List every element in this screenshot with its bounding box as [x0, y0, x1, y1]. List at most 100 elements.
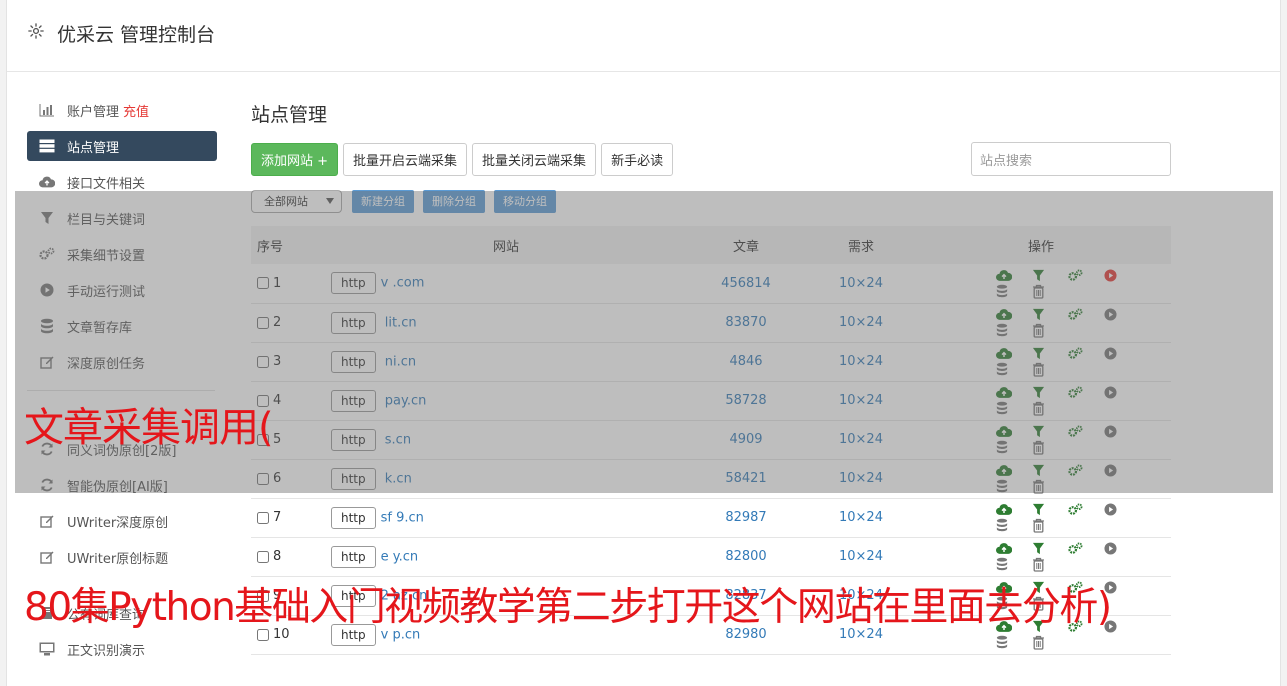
requirement-value[interactable]: 10×24 [811, 381, 911, 420]
site-link[interactable]: lit.cn [381, 315, 417, 330]
sidebar-item-columns[interactable]: 栏目与关键词 [27, 200, 217, 236]
trash-icon[interactable] [1032, 323, 1046, 338]
cogs-icon[interactable] [1068, 347, 1083, 361]
play-icon[interactable] [1104, 503, 1118, 517]
row-checkbox[interactable] [257, 355, 269, 368]
article-count[interactable]: 83870 [681, 303, 811, 342]
trash-icon[interactable] [1032, 557, 1046, 572]
database-icon[interactable] [996, 284, 1010, 298]
site-link[interactable]: pay.cn [381, 393, 427, 408]
batch-open-cloud-button[interactable]: 批量开启云端采集 [343, 142, 468, 176]
database-icon[interactable] [996, 557, 1010, 571]
database-icon[interactable] [996, 518, 1010, 532]
play-icon[interactable] [1104, 269, 1118, 283]
cloud-upload-icon[interactable] [996, 347, 1013, 361]
gear-icon[interactable] [27, 22, 45, 40]
new-group-button[interactable]: 新建分组 [352, 189, 414, 213]
cloud-upload-icon[interactable] [996, 386, 1013, 400]
requirement-value[interactable]: 10×24 [811, 537, 911, 576]
sidebar-item-details[interactable]: 采集细节设置 [27, 236, 217, 272]
row-checkbox[interactable] [257, 277, 269, 290]
filter-icon[interactable] [1032, 347, 1046, 361]
trash-icon[interactable] [1032, 362, 1046, 377]
article-count[interactable]: 4909 [681, 420, 811, 459]
row-checkbox[interactable] [257, 472, 269, 485]
filter-icon[interactable] [1032, 503, 1046, 517]
requirement-value[interactable]: 10×24 [811, 303, 911, 342]
cogs-icon[interactable] [1068, 269, 1083, 283]
cogs-icon[interactable] [1068, 542, 1083, 556]
cloud-upload-icon[interactable] [996, 425, 1013, 439]
move-group-button[interactable]: 移动分组 [494, 189, 556, 213]
article-count[interactable]: 58728 [681, 381, 811, 420]
play-icon[interactable] [1104, 347, 1118, 361]
row-checkbox[interactable] [257, 511, 269, 524]
trash-icon[interactable] [1032, 518, 1046, 533]
row-checkbox[interactable] [257, 316, 269, 329]
newbie-guide-button[interactable]: 新手必读 [601, 142, 674, 176]
database-icon[interactable] [996, 362, 1010, 376]
group-select[interactable]: 全部网站 [251, 189, 342, 213]
sidebar-item-article-store[interactable]: 文章暂存库 [27, 308, 217, 344]
trash-icon[interactable] [1032, 284, 1046, 299]
requirement-value[interactable]: 10×24 [811, 420, 911, 459]
trash-icon[interactable] [1032, 401, 1046, 416]
database-icon[interactable] [996, 440, 1010, 454]
cogs-icon[interactable] [1068, 425, 1083, 439]
play-icon[interactable] [1104, 308, 1118, 322]
batch-close-cloud-button[interactable]: 批量关闭云端采集 [472, 142, 597, 176]
cogs-icon[interactable] [1068, 308, 1083, 322]
play-icon[interactable] [1104, 386, 1118, 400]
requirement-value[interactable]: 10×24 [811, 459, 911, 498]
article-count[interactable]: 58421 [681, 459, 811, 498]
trash-icon[interactable] [1032, 440, 1046, 455]
cloud-upload-icon[interactable] [996, 503, 1013, 517]
cogs-icon[interactable] [1068, 464, 1083, 478]
cloud-upload-icon[interactable] [996, 464, 1013, 478]
database-icon[interactable] [996, 479, 1010, 493]
sidebar-item-deep-original[interactable]: 深度原创任务 [27, 344, 217, 380]
play-icon[interactable] [1104, 464, 1118, 478]
sidebar-item-interface[interactable]: 接口文件相关 [27, 164, 217, 200]
filter-icon[interactable] [1032, 425, 1046, 439]
article-count[interactable]: 456814 [681, 264, 811, 303]
sidebar-item-uwriter-title[interactable]: UWriter原创标题 [27, 539, 217, 575]
cloud-upload-icon[interactable] [996, 308, 1013, 322]
requirement-value[interactable]: 10×24 [811, 264, 911, 303]
site-link[interactable]: sf 9.cn [381, 510, 424, 525]
filter-icon[interactable] [1032, 269, 1046, 283]
site-link[interactable]: v .com [381, 276, 425, 291]
play-icon[interactable] [1104, 542, 1118, 556]
sidebar-item-ai-rewrite[interactable]: 智能伪原创[AI版] [27, 467, 217, 503]
filter-icon[interactable] [1032, 464, 1046, 478]
filter-icon[interactable] [1032, 386, 1046, 400]
article-count[interactable]: 4846 [681, 342, 811, 381]
sidebar-item-sites[interactable]: 站点管理 [27, 131, 217, 161]
database-icon[interactable] [996, 401, 1010, 415]
article-count[interactable]: 82800 [681, 537, 811, 576]
site-link[interactable]: s.cn [381, 432, 411, 447]
play-icon[interactable] [1104, 425, 1118, 439]
site-search-input[interactable]: 站点搜索 [971, 142, 1171, 176]
database-icon[interactable] [996, 323, 1010, 337]
delete-group-button[interactable]: 删除分组 [423, 189, 485, 213]
row-checkbox[interactable] [257, 550, 269, 563]
database-icon[interactable] [996, 635, 1010, 649]
sidebar-item-manual-run[interactable]: 手动运行测试 [27, 272, 217, 308]
site-link[interactable]: k.cn [381, 471, 412, 486]
requirement-value[interactable]: 10×24 [811, 498, 911, 537]
trash-icon[interactable] [1032, 635, 1046, 650]
add-site-button[interactable]: 添加网站 + [251, 142, 339, 176]
cogs-icon[interactable] [1068, 386, 1083, 400]
site-link[interactable]: e y.cn [381, 549, 419, 564]
recharge-link[interactable]: 充值 [123, 101, 149, 120]
article-count[interactable]: 82987 [681, 498, 811, 537]
trash-icon[interactable] [1032, 479, 1046, 494]
filter-icon[interactable] [1032, 542, 1046, 556]
filter-icon[interactable] [1032, 308, 1046, 322]
sidebar-item-account[interactable]: 账户管理 充值 [27, 92, 217, 128]
cloud-upload-icon[interactable] [996, 269, 1013, 283]
cloud-upload-icon[interactable] [996, 542, 1013, 556]
site-link[interactable]: ni.cn [381, 354, 416, 369]
cogs-icon[interactable] [1068, 503, 1083, 517]
